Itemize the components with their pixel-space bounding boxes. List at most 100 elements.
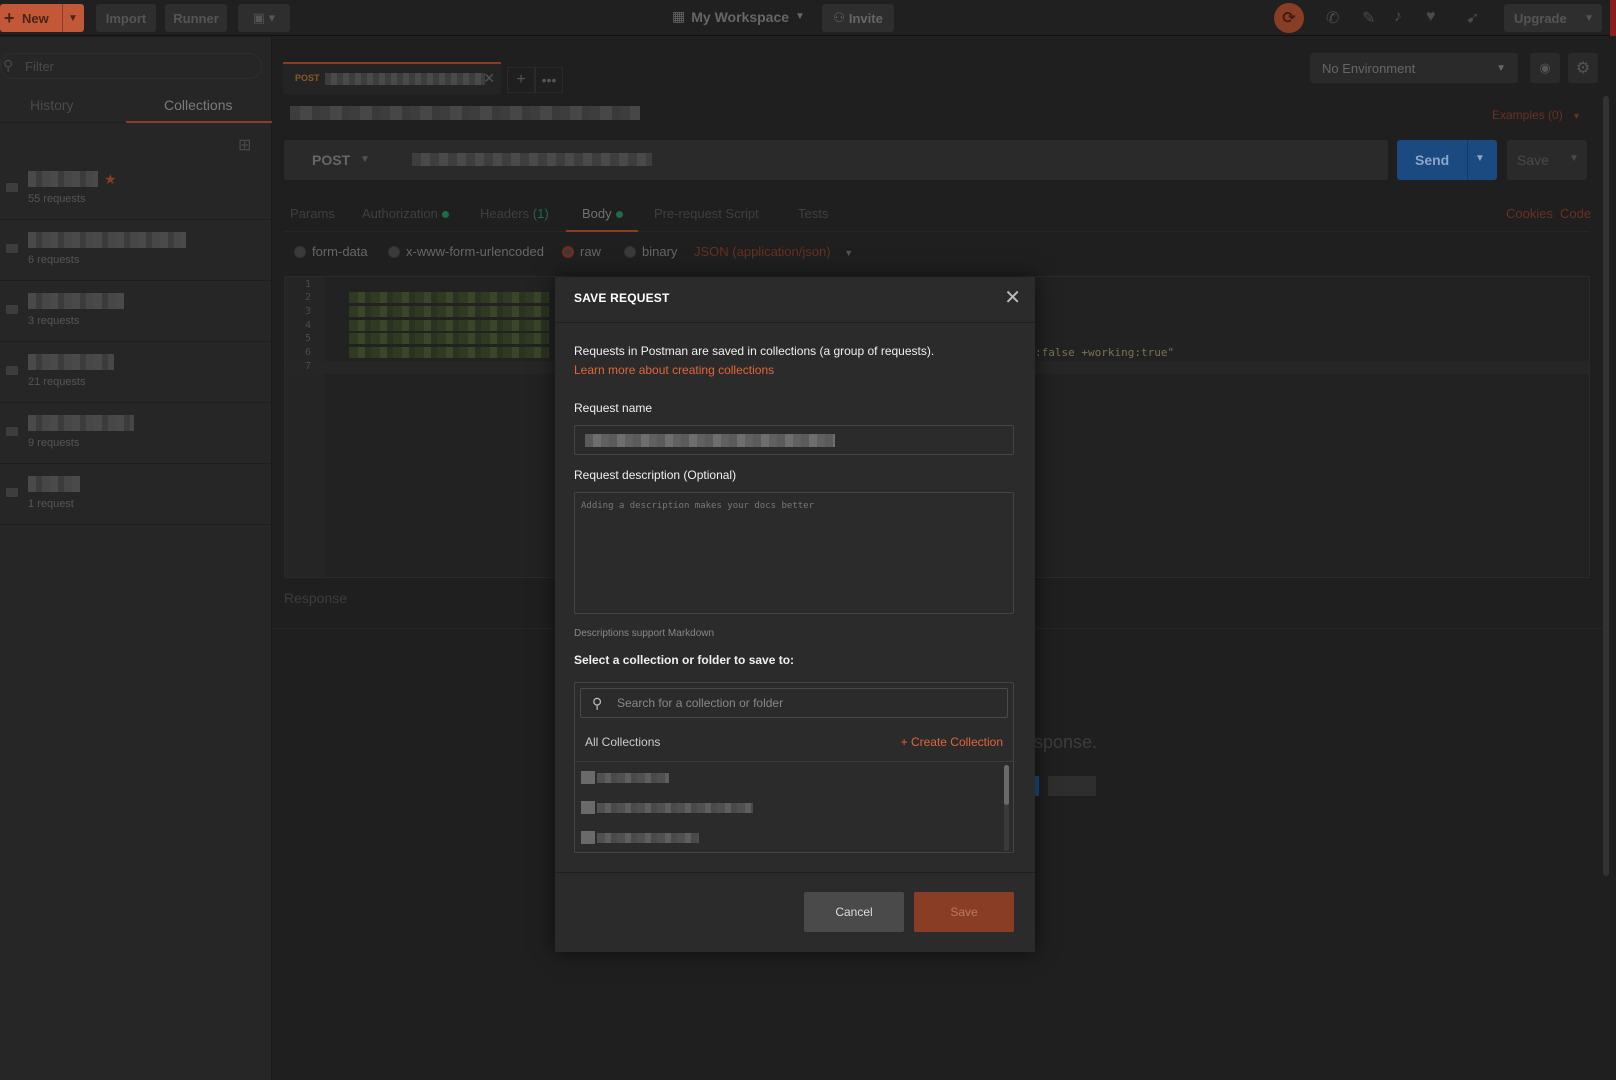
search-icon: ⚲ [592,695,603,711]
radio-form-data[interactable]: form-data [294,244,368,259]
save-request-button[interactable]: Save ▼ [1507,140,1587,180]
import-button[interactable]: Import [96,4,156,32]
environment-select[interactable]: No Environment ▼ [1310,53,1518,83]
collection-count: 3 requests [28,315,80,327]
cancel-button[interactable]: Cancel [804,892,904,932]
examples-label: Examples (0) [1492,108,1563,122]
collection-item[interactable]: 6 requests [0,220,272,281]
learn-more-link[interactable]: Learn more about creating collections [574,363,774,377]
gear-icon[interactable]: ⚙ [1568,53,1598,83]
create-collection-link[interactable]: + Create Collection [901,735,1003,749]
tab-collections[interactable]: Collections [164,97,232,113]
code-redacted [349,306,549,317]
collection-item[interactable]: 1 request [0,464,272,525]
plus-icon: + [4,7,15,28]
radio-urlencoded[interactable]: x-www-form-urlencoded [388,244,544,259]
raw-label: raw [580,244,601,259]
request-tab[interactable]: POST ✕ [283,62,501,94]
tab-body-label: Body [582,206,612,221]
close-icon[interactable]: ✕ [483,70,495,87]
filter-input[interactable]: ⚲ Filter [0,53,262,79]
tab-title-redacted [325,73,485,85]
request-description-input[interactable]: Adding a description makes your docs bet… [574,492,1014,614]
workspace-selector[interactable]: ▦ My Workspace ▼ [672,8,805,25]
picker-scrollbar-thumb[interactable] [1004,765,1009,805]
bell-icon[interactable]: ♪ [1394,8,1402,26]
more-tabs-button[interactable]: ••• [535,67,563,93]
new-collection-icon[interactable]: ⊞ [238,135,251,155]
status-dot [441,211,449,219]
picker-collection-name-redacted [597,833,699,843]
status-dot [615,211,623,219]
code-text: :false +working:true" [1035,346,1175,359]
invite-button[interactable]: ⚇ Invite [822,4,894,32]
save-dropdown-icon[interactable]: ▼ [1569,153,1579,164]
radio-raw[interactable]: raw [562,244,601,259]
send-button-illustration [1048,776,1096,796]
collection-name-redacted [28,476,80,492]
wrench-icon[interactable]: ✎ [1362,8,1375,28]
tab-headers[interactable]: Headers (1) [480,206,549,221]
url-input-redacted[interactable] [412,153,652,166]
tab-prerequest-script[interactable]: Pre-request Script [654,206,759,221]
new-dropdown-caret-icon[interactable]: ▼ [68,13,78,24]
tab-authorization-label: Authorization [362,206,438,221]
select-collection-label: Select a collection or folder to save to… [574,653,795,667]
upgrade-button[interactable]: Upgrade ▼ [1504,4,1602,32]
close-icon[interactable]: ✕ [1004,285,1021,310]
form-data-label: form-data [312,244,368,259]
send-button[interactable]: Send ▼ [1397,140,1497,180]
satellite-icon[interactable]: ✆ [1326,8,1339,28]
send-dropdown-icon[interactable]: ▼ [1475,153,1485,164]
save-request-modal: SAVE REQUEST ✕ Requests in Postman are s… [555,277,1035,952]
modal-footer-divider [555,872,1035,873]
collection-count: 6 requests [28,254,80,266]
code-link[interactable]: Code [1560,206,1591,221]
collection-item[interactable]: 9 requests [0,403,272,464]
tab-authorization[interactable]: Authorization [362,206,449,221]
save-label: Save [1517,152,1549,168]
examples-dropdown[interactable]: Examples (0) ▼ [1492,108,1581,122]
new-tab-button[interactable]: + [507,67,535,93]
collection-name-redacted [28,171,98,187]
collection-list: ★ 55 requests 6 requests 3 requests 21 r… [0,159,272,525]
tab-history[interactable]: History [30,97,74,113]
collection-count: 9 requests [28,437,80,449]
runner-button[interactable]: Runner [165,4,227,32]
content-type-label: JSON (application/json) [694,244,831,259]
collection-name-redacted [28,415,134,431]
request-name-input[interactable] [574,425,1014,455]
new-button[interactable]: + New ▼ [0,4,84,32]
radio-selected-icon [562,245,574,258]
cookies-link[interactable]: Cookies [1506,206,1553,221]
collection-name-redacted [28,293,124,309]
collection-item[interactable]: 3 requests [0,281,272,342]
new-button-separator [62,4,63,32]
method-select[interactable]: POST [312,152,350,168]
tab-body[interactable]: Body [582,206,623,221]
collection-item[interactable]: 21 requests [0,342,272,403]
eye-icon[interactable]: ◉ [1530,53,1560,83]
workspace-label: My Workspace [691,8,790,25]
code-redacted [349,320,549,331]
collection-name-redacted [28,232,186,248]
radio-binary[interactable]: binary [624,244,677,259]
request-name-label: Request name [574,401,653,415]
add-user-icon: ⚇ [833,10,845,25]
tab-params[interactable]: Params [290,206,335,221]
rocket-icon[interactable]: ➹ [1466,8,1479,28]
heart-icon[interactable]: ♥ [1426,8,1436,26]
save-button[interactable]: Save [914,892,1014,932]
folder-icon [6,244,18,253]
main-scrollbar[interactable] [1603,96,1609,876]
collection-search-input[interactable]: ⚲ Search for a collection or folder [580,688,1008,718]
active-tab-indicator [566,230,638,232]
tab-tests[interactable]: Tests [798,206,828,221]
collection-count: 55 requests [28,193,86,205]
sync-icon[interactable]: ⟳ [1274,3,1304,33]
content-type-select[interactable]: JSON (application/json) ▼ [694,244,853,259]
collection-item[interactable]: ★ 55 requests [0,159,272,220]
request-description-label: Request description (Optional) [574,468,737,482]
star-icon[interactable]: ★ [104,171,117,188]
new-window-button[interactable]: ▣ ▾ [238,4,290,32]
